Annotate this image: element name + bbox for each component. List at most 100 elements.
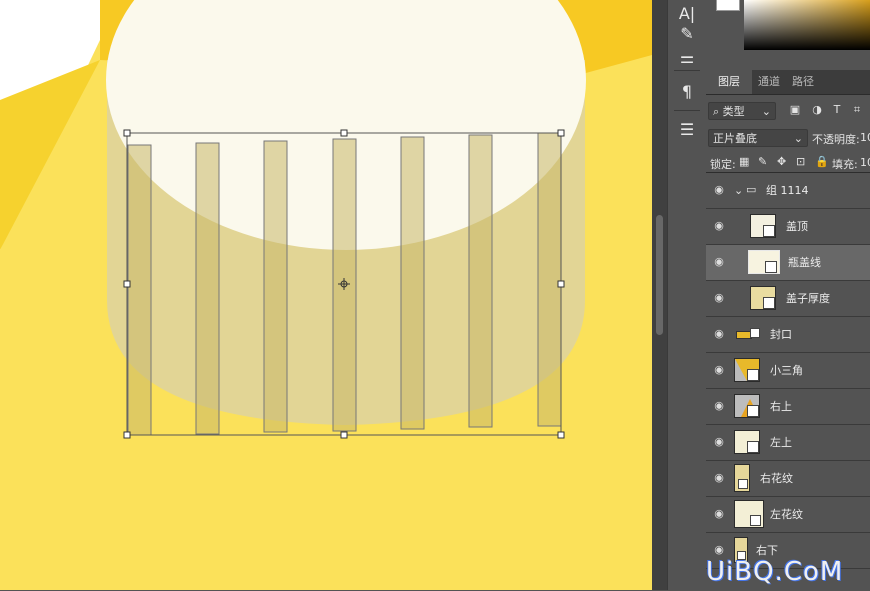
smart-object-icon bbox=[747, 405, 759, 417]
shape-filter-icon[interactable]: ⌗ bbox=[850, 103, 864, 117]
document-canvas[interactable] bbox=[0, 0, 652, 590]
visibility-eye-icon[interactable]: ◉ bbox=[712, 183, 726, 197]
smart-object-icon bbox=[750, 328, 760, 338]
layer-name: 盖子厚度 bbox=[786, 292, 830, 305]
stripe-2 bbox=[195, 142, 220, 435]
artwork bbox=[0, 0, 652, 439]
paragraph-icon[interactable]: ¶ bbox=[668, 78, 706, 106]
layer-thumbnail bbox=[734, 430, 760, 454]
stripe-5 bbox=[400, 136, 425, 430]
layer-name: 右上 bbox=[770, 400, 792, 413]
layer-name: 左花纹 bbox=[770, 508, 803, 521]
handle-middle-right[interactable] bbox=[557, 280, 565, 288]
visibility-eye-icon[interactable]: ◉ bbox=[712, 291, 726, 305]
filter-label: 类型 bbox=[722, 105, 745, 118]
layer-row[interactable]: ◉ 右花纹 bbox=[706, 461, 870, 497]
smart-object-icon bbox=[738, 479, 748, 489]
divider bbox=[674, 110, 700, 111]
visibility-eye-icon[interactable]: ◉ bbox=[712, 543, 726, 557]
layer-thumbnail bbox=[734, 394, 760, 418]
stripe-1 bbox=[127, 144, 152, 436]
layer-row[interactable]: ◉ 左上 bbox=[706, 425, 870, 461]
panel-tabs: 图层 通道 路径 bbox=[706, 70, 870, 95]
blend-mode-dropdown[interactable]: 正片叠底 ⌄ bbox=[708, 129, 808, 147]
lock-pixels-icon[interactable]: ✎ bbox=[758, 155, 767, 168]
sliders-icon[interactable]: ☰ bbox=[668, 116, 706, 144]
stripe-7 bbox=[537, 132, 562, 427]
visibility-eye-icon[interactable]: ◉ bbox=[712, 507, 726, 521]
smart-object-icon bbox=[763, 297, 775, 309]
handle-top-left[interactable] bbox=[123, 129, 131, 137]
layer-name: 左上 bbox=[770, 436, 792, 449]
tab-paths[interactable]: 路径 bbox=[786, 70, 820, 94]
layer-thumbnail bbox=[734, 322, 760, 346]
adjustment-filter-icon[interactable]: ◑ bbox=[810, 103, 824, 117]
blend-mode-value: 正片叠底 bbox=[713, 132, 757, 145]
layer-thumbnail bbox=[734, 500, 764, 528]
opacity-label: 不透明度: bbox=[812, 133, 860, 146]
layer-thumbnail bbox=[750, 286, 776, 310]
visibility-eye-icon[interactable]: ◉ bbox=[712, 327, 726, 341]
fill-label: 填充: bbox=[832, 158, 858, 171]
layer-row[interactable]: ◉ 左花纹 bbox=[706, 497, 870, 533]
layer-row[interactable]: ◉ 盖顶 bbox=[706, 209, 870, 245]
visibility-eye-icon[interactable]: ◉ bbox=[712, 219, 726, 233]
layer-row[interactable]: ◉ 右上 bbox=[706, 389, 870, 425]
folder-icon: ▭ bbox=[746, 183, 757, 196]
adjust-icon[interactable]: ⚌ bbox=[668, 44, 706, 72]
lock-artboard-icon[interactable]: ⊡ bbox=[796, 155, 805, 168]
lock-transparent-icon[interactable]: ▦ bbox=[739, 155, 749, 168]
handle-middle-left[interactable] bbox=[123, 280, 131, 288]
lock-all-icon[interactable]: 🔒 bbox=[815, 155, 829, 168]
layer-name: 组 1114 bbox=[766, 184, 809, 197]
divider bbox=[674, 70, 700, 71]
lock-label: 锁定: bbox=[710, 158, 736, 171]
layer-row[interactable]: ◉ 小三角 bbox=[706, 353, 870, 389]
triangle-shape bbox=[735, 359, 747, 381]
visibility-eye-icon[interactable]: ◉ bbox=[712, 363, 726, 377]
lock-row: 锁定: ▦ ✎ ✥ ⊡ 🔒 填充: 10 bbox=[706, 152, 870, 172]
handle-bottom-right[interactable] bbox=[557, 431, 565, 439]
layer-thumbnail bbox=[748, 250, 780, 274]
canvas-scrollbar[interactable] bbox=[652, 0, 667, 590]
layer-name: 小三角 bbox=[770, 364, 803, 377]
smart-object-icon bbox=[763, 225, 775, 237]
visibility-eye-icon[interactable]: ◉ bbox=[712, 399, 726, 413]
handle-top-middle[interactable] bbox=[340, 129, 348, 137]
layers-panel: 图层 通道 路径 ⌕ 类型 ⌄ ▣ ◑ T ⌗ 正片叠底 ⌄ 不透明度: 10 … bbox=[706, 0, 870, 590]
smart-object-icon bbox=[747, 369, 759, 381]
smart-object-icon bbox=[750, 515, 761, 526]
watermark: UiBQ.CoM bbox=[706, 557, 844, 587]
lock-position-icon[interactable]: ✥ bbox=[777, 155, 786, 168]
text-filter-icon[interactable]: T bbox=[830, 103, 844, 117]
handle-bottom-middle[interactable] bbox=[340, 431, 348, 439]
opacity-value[interactable]: 10 bbox=[860, 131, 870, 144]
color-picker-field[interactable] bbox=[744, 0, 870, 50]
layer-row-selected[interactable]: ◉ 瓶盖线 bbox=[706, 245, 870, 281]
filter-dropdown[interactable]: ⌕ 类型 ⌄ bbox=[708, 102, 776, 120]
fill-value[interactable]: 10 bbox=[860, 156, 870, 169]
layer-name: 右花纹 bbox=[760, 472, 793, 485]
visibility-eye-icon[interactable]: ◉ bbox=[712, 471, 726, 485]
visibility-eye-icon[interactable]: ◉ bbox=[712, 435, 726, 449]
stripe-3 bbox=[263, 140, 288, 433]
tab-layers[interactable]: 图层 bbox=[706, 70, 752, 94]
layer-row[interactable]: ◉ 盖子厚度 bbox=[706, 281, 870, 317]
tab-channels[interactable]: 通道 bbox=[752, 70, 786, 94]
image-filter-icon[interactable]: ▣ bbox=[788, 103, 802, 117]
chevron-down-icon: ⌄ bbox=[761, 105, 771, 118]
chevron-down-icon[interactable]: ⌄ bbox=[734, 184, 743, 197]
layer-thumbnail bbox=[734, 358, 760, 382]
color-swatch[interactable] bbox=[716, 0, 740, 11]
visibility-eye-icon[interactable]: ◉ bbox=[712, 255, 726, 269]
handle-bottom-left[interactable] bbox=[123, 431, 131, 439]
layer-row[interactable]: ◉ 封口 bbox=[706, 317, 870, 353]
search-icon: ⌕ bbox=[713, 105, 720, 118]
layer-row-group[interactable]: ◉ ⌄ ▭ 组 1114 bbox=[706, 173, 870, 209]
handle-top-right[interactable] bbox=[557, 129, 565, 137]
smart-object-icon bbox=[765, 261, 777, 273]
layer-name: 瓶盖线 bbox=[788, 256, 821, 269]
scroll-thumb[interactable] bbox=[656, 215, 663, 335]
layer-name: 封口 bbox=[770, 328, 792, 341]
layer-filter-row: ⌕ 类型 ⌄ ▣ ◑ T ⌗ bbox=[706, 100, 870, 122]
